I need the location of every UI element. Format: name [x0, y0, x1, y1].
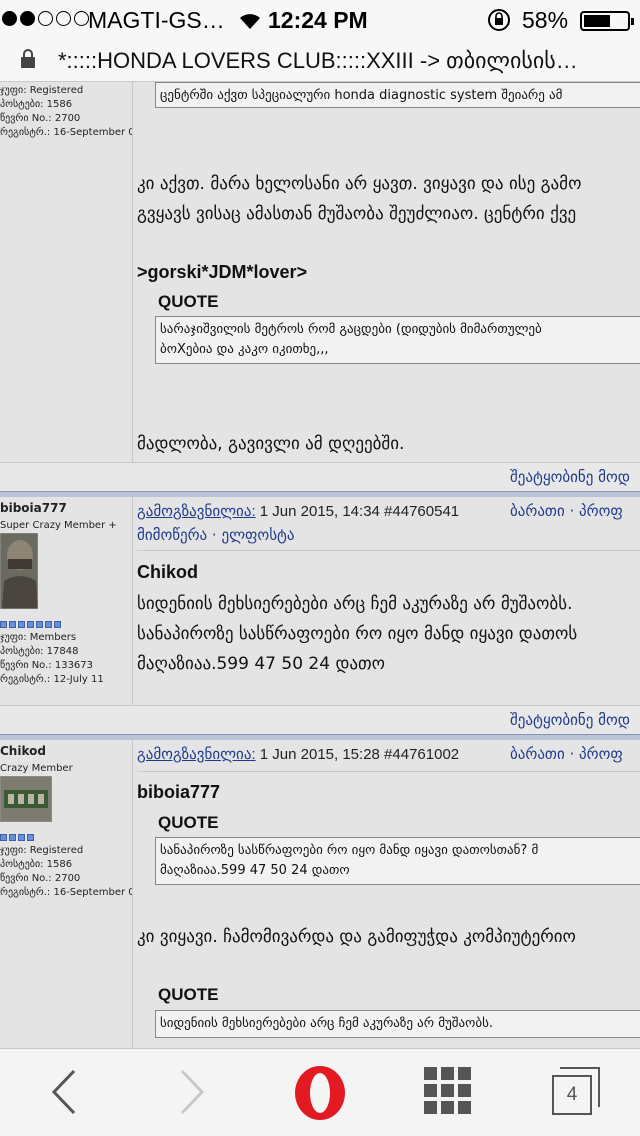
- battery-percent: 58%: [522, 7, 569, 33]
- post-header: გამოგზავნილია: 1 Jun 2015, 14:34 #447605…: [137, 502, 459, 520]
- quote-line: სიდენიის მეხსიერებები არც ჩემ აკურაზე არ…: [160, 1016, 494, 1031]
- author-avatar[interactable]: [0, 532, 39, 610]
- author-name[interactable]: biboia777: [0, 501, 67, 515]
- back-arrow-icon[interactable]: [48, 1067, 80, 1121]
- post-author-panel: biboia777 Super Crazy Member + ჯუფი: Mem…: [0, 497, 133, 705]
- quote-label: QUOTE: [158, 292, 219, 311]
- profile-actions[interactable]: ბარათი · პროფ: [510, 745, 623, 763]
- quote-box: სარაჯიშვილის მეტროს რომ გაცდები (დიდუბის…: [155, 316, 640, 364]
- padlock-icon: [20, 49, 36, 75]
- post-text-line: სიდენიის მეხსიერებები არც ჩემ აკურაზე არ…: [137, 594, 573, 614]
- reply-to-user: biboia777: [137, 782, 221, 802]
- sent-label-link[interactable]: გამოგზავნილია:: [137, 746, 256, 763]
- author-avatar[interactable]: [0, 775, 53, 823]
- author-group: ჯუფი: Members: [0, 632, 77, 643]
- post-date-and-id: 1 Jun 2015, 14:34 #44760541: [255, 503, 460, 520]
- battery-icon: [580, 11, 634, 31]
- message-email-links[interactable]: მიმოწერა · ელფოსტა: [137, 526, 295, 544]
- quote-line: ბოXებია და კაკო იკითხე,,,: [160, 342, 329, 357]
- author-rank: Crazy Member: [0, 763, 73, 774]
- rating-stars: [0, 834, 34, 841]
- reply-to-user: >gorski*JDM*lover>: [137, 262, 308, 282]
- page-title: *:::::HONDA LOVERS CLUB:::::XXIII -> თბი…: [58, 48, 578, 73]
- rating-stars: [0, 621, 61, 628]
- quote-box: სიდენიის მეხსიერებები არც ჩემ აკურაზე არ…: [155, 1010, 640, 1038]
- quote-label: QUOTE: [158, 985, 219, 1004]
- author-rank: Super Crazy Member +: [0, 520, 117, 531]
- author-registered: რეგისტრ.: 12-July 11: [0, 674, 104, 685]
- quote-label: QUOTE: [158, 813, 219, 832]
- status-bar: MAGTI-GS… 12:24 PM 58%: [0, 0, 640, 40]
- address-bar[interactable]: *:::::HONDA LOVERS CLUB:::::XXIII -> თბი…: [0, 40, 640, 82]
- reply-to-user: Chikod: [137, 562, 198, 582]
- post-text-line: გვყავს ვისაც ამასთან მუშაობა შეუძლიაო. ც…: [137, 204, 577, 224]
- browser-toolbar: 4: [0, 1048, 640, 1136]
- forward-arrow-icon[interactable]: [176, 1067, 208, 1121]
- sent-label-link[interactable]: გამოგზავნილია:: [137, 503, 256, 520]
- author-member-number: წევრი No.: 2700: [0, 873, 81, 884]
- author-member-number: წევრი No.: 133673: [0, 660, 94, 671]
- tab-count-button[interactable]: 4: [552, 1075, 592, 1115]
- report-to-moderator-link[interactable]: შეატყობინე მოდ: [510, 468, 630, 486]
- post-author-panel: Chikod Crazy Member ჯუფი: Registered პოს…: [0, 740, 133, 1048]
- opera-logo-icon[interactable]: [292, 1063, 348, 1127]
- post-text-line: სანაპიროზე სასწრაფოები რო იყო მანდ იყავი…: [137, 624, 578, 644]
- quote-line: მაღაზიაა.599 47 50 24 დათო: [160, 863, 350, 878]
- post-text-line: კი ვიყავი. ჩამომივარდა და გამიფუჭდა კომპ…: [137, 927, 576, 947]
- divider: [137, 771, 640, 772]
- author-post-count: პოსტები: 1586: [0, 99, 73, 110]
- author-post-count: პოსტები: 1586: [0, 859, 73, 870]
- report-to-moderator-link[interactable]: შეატყობინე მოდ: [510, 711, 630, 729]
- profile-actions[interactable]: ბარათი · პროფ: [510, 502, 623, 520]
- divider: [137, 550, 640, 551]
- carrier-name: MAGTI-GS…: [88, 7, 225, 33]
- post-header: გამოგზავნილია: 1 Jun 2015, 15:28 #447610…: [137, 745, 459, 763]
- wifi-icon: [238, 10, 262, 37]
- author-member-number: წევრი No.: 2700: [0, 113, 81, 124]
- post-footer: შეატყობინე მოდ: [0, 705, 640, 735]
- author-registered: რეგისტრ.: 16-September 03: [0, 887, 133, 898]
- author-post-count: პოსტები: 17848: [0, 646, 79, 657]
- author-name[interactable]: Chikod: [0, 744, 46, 758]
- post-author-panel: ჯუფი: Registered პოსტები: 1586 წევრი No.…: [0, 82, 133, 462]
- rotation-lock-icon: [486, 8, 512, 38]
- author-registered: რეგისტრ.: 16-September 03: [0, 127, 133, 138]
- quote-line: სანაპიროზე სასწრაფოები რო იყო მანდ იყავი…: [160, 843, 539, 858]
- signal-strength-icon: [2, 11, 89, 26]
- post-text-line: კი აქვთ. მარა ხელოსანი არ ყავთ. ვიყავი დ…: [137, 174, 582, 194]
- post-text-line: მადლობა, გავივლი ამ დღეებში.: [137, 434, 405, 454]
- post-footer: შეატყობინე მოდ: [0, 462, 640, 492]
- post-text-line: მაღაზიაა.599 47 50 24 დათო: [137, 654, 385, 674]
- author-group: ჯუფი: Registered: [0, 845, 84, 856]
- post-date-and-id: 1 Jun 2015, 15:28 #44761002: [255, 746, 460, 763]
- forum-thread: ჯუფი: Registered პოსტები: 1586 წევრი No.…: [0, 82, 640, 1048]
- quote-box: ცენტრში აქვთ სპეციალური honda diagnostic…: [155, 82, 640, 108]
- quote-line: სარაჯიშვილის მეტროს რომ გაცდები (დიდუბის…: [160, 322, 542, 337]
- speed-dial-grid-icon[interactable]: [422, 1065, 474, 1121]
- author-group: ჯუფი: Registered: [0, 85, 84, 96]
- quote-box: სანაპიროზე სასწრაფოები რო იყო მანდ იყავი…: [155, 837, 640, 885]
- clock: 12:24 PM: [268, 7, 368, 33]
